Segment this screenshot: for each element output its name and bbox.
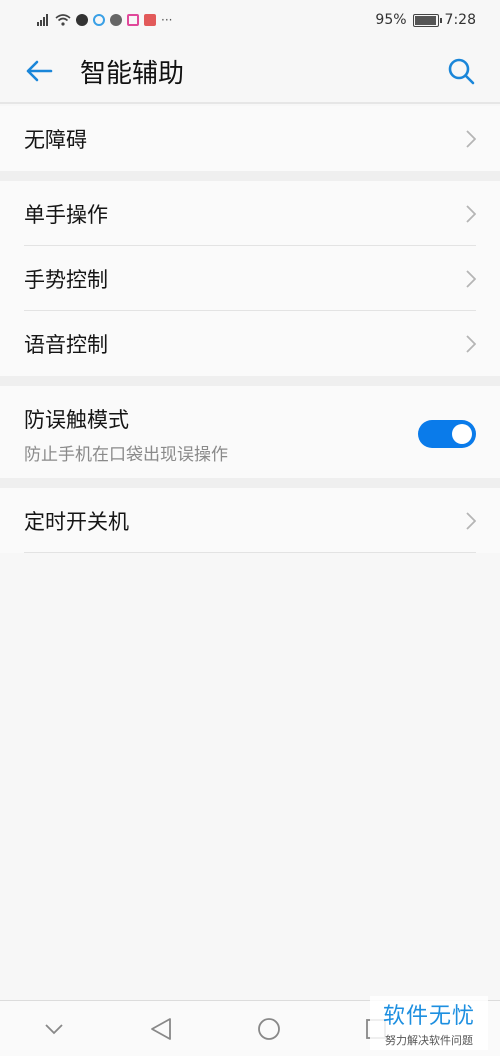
settings-group-accessibility: 无障碍 [0,106,500,171]
triangle-back-icon [151,1017,172,1040]
battery-icon [412,13,442,27]
circle-home-icon [257,1017,280,1040]
app-icon [127,14,139,26]
row-gesture-control[interactable]: 手势控制 [0,246,500,311]
chevron-right-icon [466,511,476,530]
watermark-title: 软件无忧 [382,1004,475,1029]
row-accessibility[interactable]: 无障碍 [0,106,500,171]
nav-home-button[interactable] [249,1009,289,1049]
row-label: 防误触模式 [24,407,129,432]
row-pocket-mode[interactable]: 防误触模式 防止手机在口袋出现误操作 [0,386,500,482]
watermark: 软件无忧 努力解决软件问题 [370,996,488,1050]
chevron-right-icon [466,129,476,148]
settings-group-controls: 单手操作 手势控制 语音控制 [0,181,500,376]
signal-icon [37,14,48,26]
nav-back-button[interactable] [141,1009,181,1049]
chevron-right-icon [466,269,476,288]
back-button[interactable] [24,56,54,86]
section-separator [0,171,500,181]
status-icons: ··· [34,13,172,27]
arrow-left-icon [26,60,53,82]
row-label: 无障碍 [24,127,87,152]
section-separator [0,376,500,386]
app-icon [110,14,122,26]
divider [24,552,476,553]
chevron-down-icon [45,1023,63,1034]
status-right: 95% 7:28 [375,12,476,28]
section-separator [0,478,500,488]
settings-group-schedule: 定时开关机 [0,488,500,553]
row-description: 防止手机在口袋出现误操作 [24,444,228,465]
row-voice-control[interactable]: 语音控制 [0,311,500,376]
app-icon [93,14,105,26]
search-icon [448,58,475,85]
search-button[interactable] [446,56,476,86]
row-label: 语音控制 [24,332,108,357]
status-bar: ··· 95% 7:28 [0,0,500,40]
tiktok-icon [76,14,88,26]
nav-collapse-button[interactable] [34,1009,74,1049]
battery-percent: 95% [375,12,407,28]
chevron-right-icon [466,204,476,223]
wifi-icon [55,14,71,26]
pocket-mode-toggle[interactable] [418,420,476,448]
page-title: 智能辅助 [80,58,185,89]
clock: 7:28 [444,12,476,28]
chevron-right-icon [466,334,476,353]
app-icon [144,14,156,26]
toggle-knob [452,424,472,444]
row-label: 手势控制 [24,267,108,292]
row-scheduled-power[interactable]: 定时开关机 [0,488,500,553]
row-one-handed[interactable]: 单手操作 [0,181,500,246]
app-bar: 智能辅助 [0,40,500,104]
row-text: 防误触模式 防止手机在口袋出现误操作 [24,404,228,465]
more-notifications: ··· [161,13,173,27]
row-label: 单手操作 [24,202,108,227]
watermark-subtitle: 努力解决软件问题 [385,1034,473,1047]
settings-group-pocket-mode: 防误触模式 防止手机在口袋出现误操作 [0,386,500,482]
row-label: 定时开关机 [24,509,129,534]
